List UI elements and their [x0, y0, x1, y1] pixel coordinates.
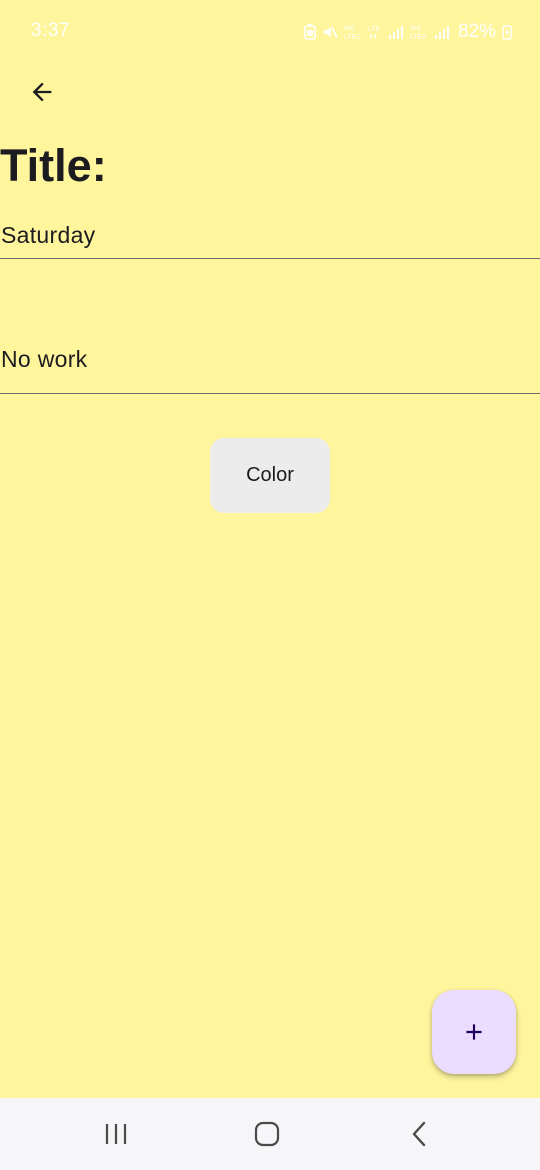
status-bar: 3:37 Vo) LTE1 LTE Vo) LTE2 82%	[0, 0, 540, 64]
arrow-left-icon	[32, 82, 52, 102]
signal-icon	[388, 26, 403, 39]
svg-text:LTE1: LTE1	[344, 34, 360, 41]
lte-icon: LTE	[368, 26, 381, 39]
status-time: 3:37	[31, 20, 70, 41]
charging-icon	[502, 25, 512, 40]
title-input[interactable]: Saturday	[0, 214, 540, 259]
svg-text:LTE: LTE	[368, 26, 381, 33]
nav-back-button[interactable]	[379, 1098, 459, 1170]
title-input-value: Saturday	[1, 222, 96, 248]
title-label: Title:	[0, 140, 107, 191]
home-button[interactable]	[227, 1098, 307, 1170]
color-button[interactable]: Color	[210, 438, 330, 513]
navigation-bar	[0, 1098, 540, 1170]
svg-text:Vo): Vo)	[344, 25, 355, 32]
home-icon	[254, 1121, 280, 1147]
battery-percent: 82%	[457, 21, 496, 42]
status-icons: Vo) LTE1 LTE Vo) LTE2 82%	[304, 20, 512, 44]
color-button-label: Color	[246, 464, 294, 486]
signal2-icon	[434, 26, 449, 39]
volte2-icon: Vo) LTE2	[410, 25, 426, 41]
svg-text:Vo): Vo)	[410, 25, 421, 32]
plus-icon	[466, 1024, 482, 1040]
battery-saver-icon	[304, 24, 316, 40]
recents-button[interactable]	[76, 1098, 156, 1170]
add-button[interactable]	[432, 990, 516, 1074]
mute-icon	[323, 26, 338, 39]
note-body-input[interactable]: No work	[0, 334, 540, 394]
recents-icon	[105, 1124, 127, 1144]
note-body-value: No work	[1, 346, 88, 372]
volte-icon: Vo) LTE1	[344, 25, 360, 41]
back-button[interactable]	[18, 68, 66, 116]
svg-text:LTE2: LTE2	[410, 34, 426, 41]
nav-back-icon	[412, 1121, 426, 1147]
